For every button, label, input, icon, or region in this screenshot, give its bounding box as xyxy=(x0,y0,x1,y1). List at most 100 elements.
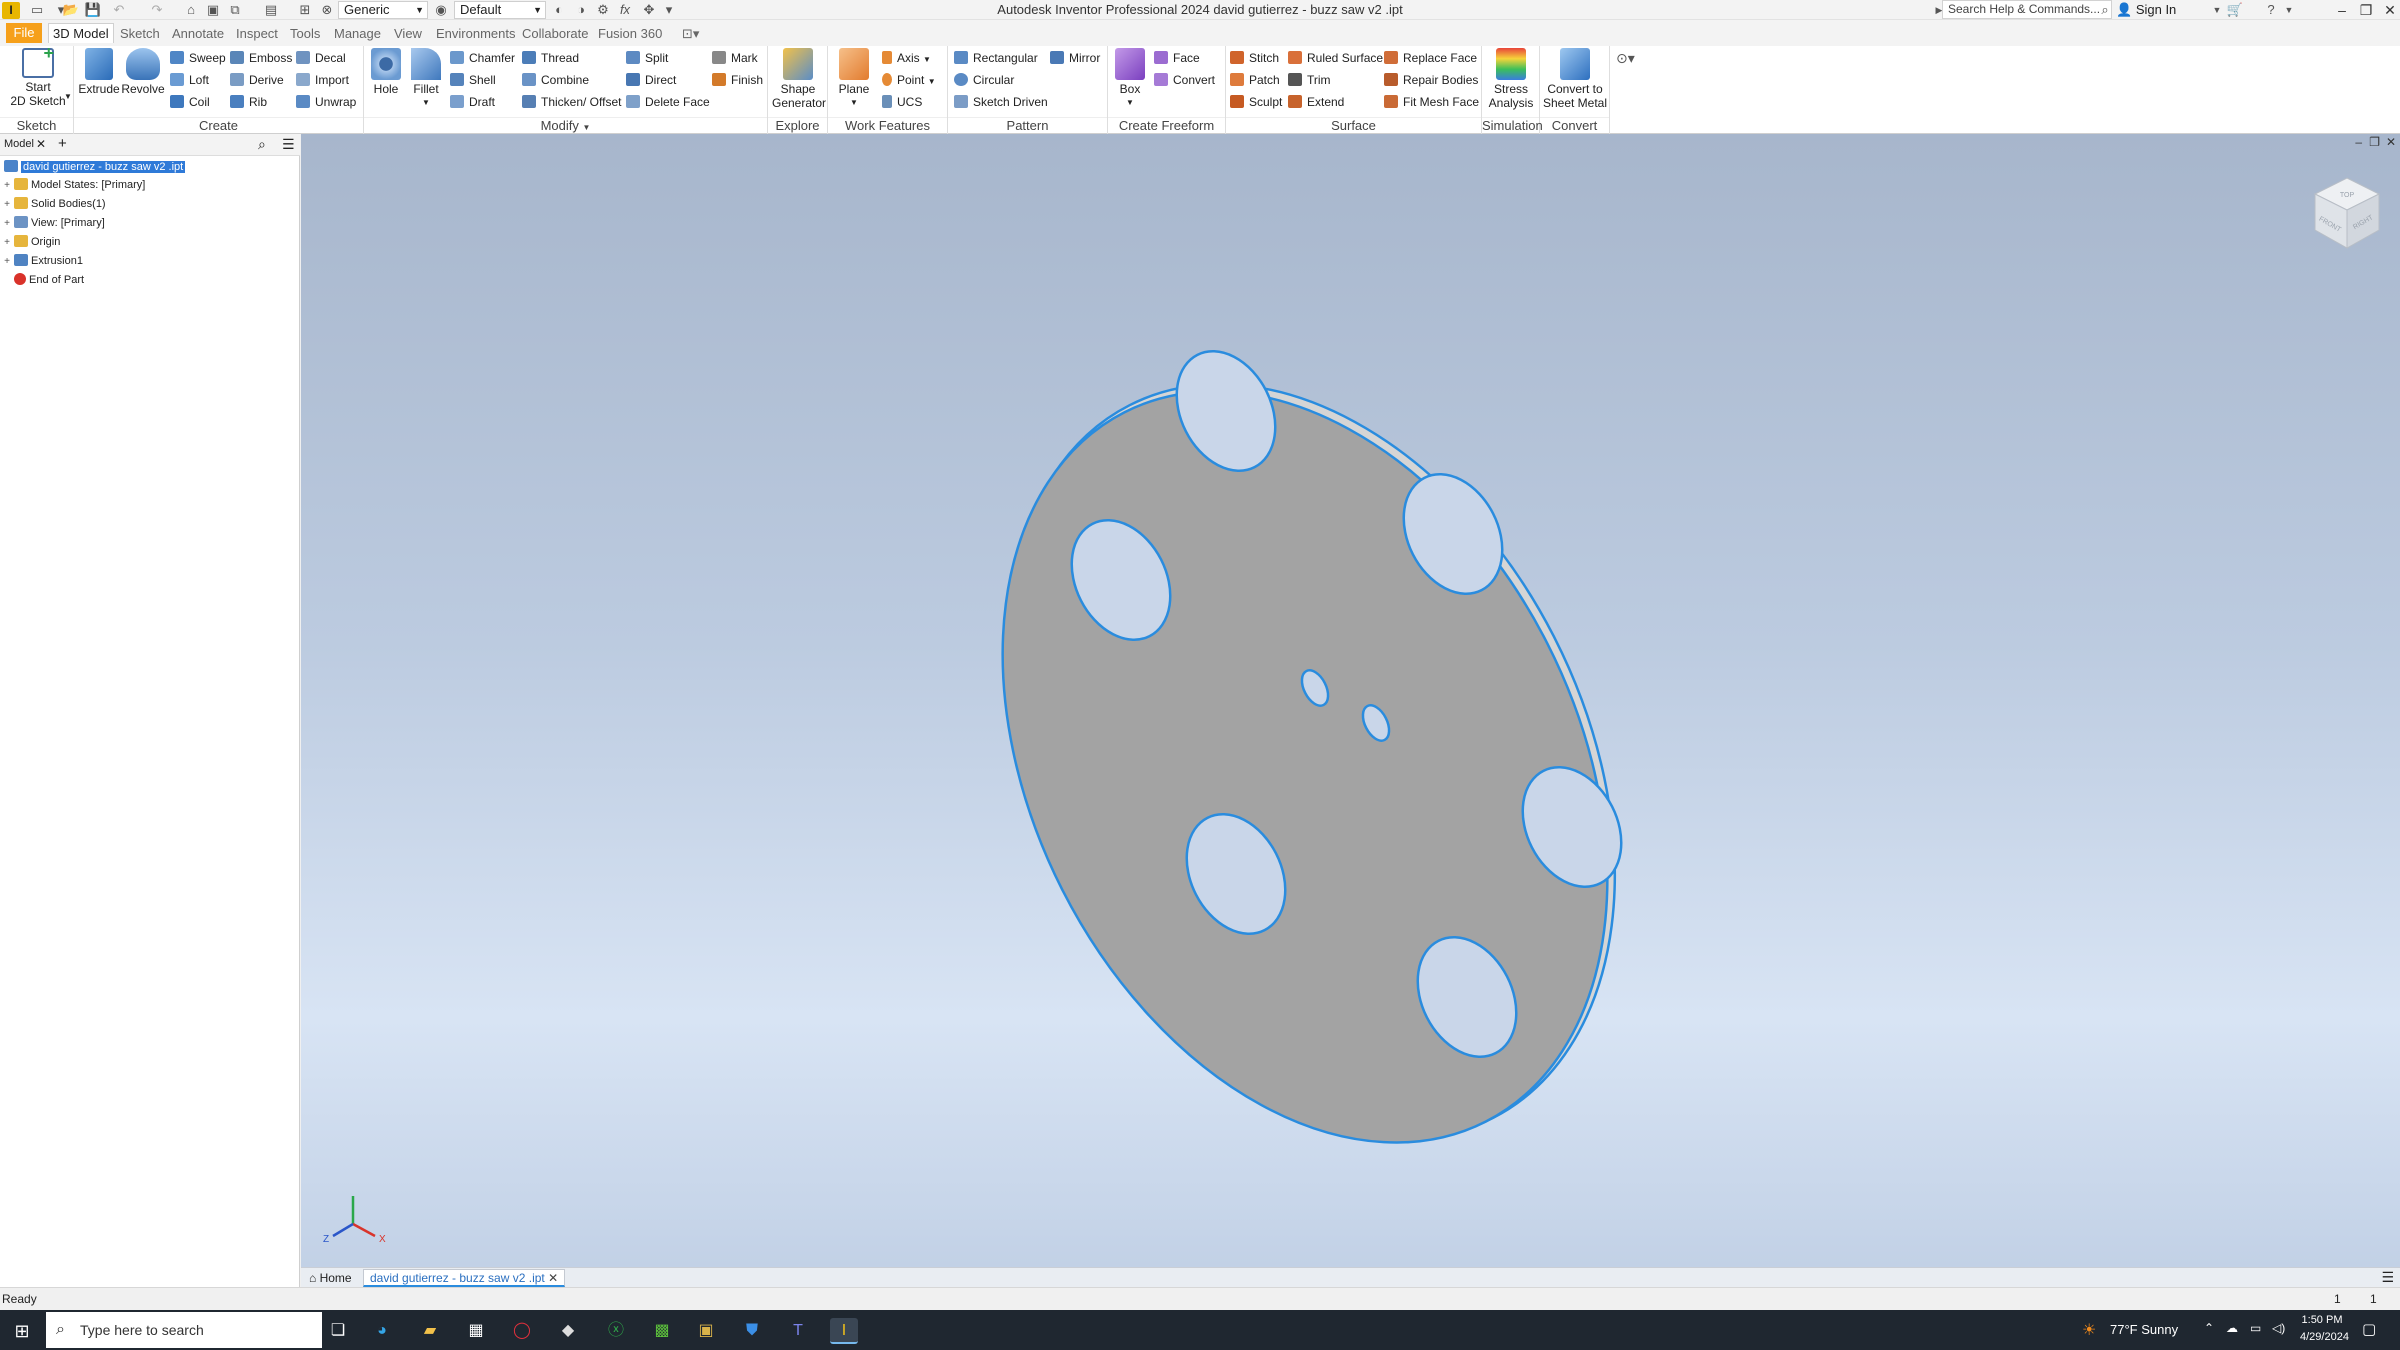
mark-button[interactable]: Mark xyxy=(712,48,758,68)
volume-icon[interactable]: ◁) xyxy=(2272,1321,2285,1335)
tree-item-model-states[interactable]: + Model States: [Primary] xyxy=(2,176,145,194)
repair-bodies-button[interactable]: Repair Bodies xyxy=(1384,70,1478,90)
extrude-button[interactable]: Extrude xyxy=(78,48,120,96)
inventor-taskbar-icon[interactable]: I xyxy=(830,1318,858,1344)
finish-button[interactable]: Finish xyxy=(712,70,763,90)
chevron-down-icon[interactable]: ▼ xyxy=(64,92,72,101)
combine-button[interactable]: Combine xyxy=(522,70,589,90)
app-icon[interactable]: ◆ xyxy=(554,1318,582,1344)
import-button[interactable]: Import xyxy=(296,70,349,90)
qat-customize-icon[interactable]: ▾ xyxy=(660,2,678,18)
delete-face-button[interactable]: Delete Face xyxy=(626,92,710,112)
doc-tab-home[interactable]: ⌂ Home xyxy=(309,1271,352,1285)
redo-icon[interactable]: ↷ xyxy=(148,2,166,18)
close-icon[interactable]: ✕ xyxy=(2378,0,2400,20)
point-button[interactable]: Point ▼ xyxy=(882,70,936,90)
store-icon[interactable]: ▦ xyxy=(462,1318,490,1344)
convert-to-sheet-metal-button[interactable]: Convert to Sheet Metal xyxy=(1542,48,1608,110)
chevron-down-icon[interactable]: ▼ xyxy=(2280,2,2298,18)
sign-in-button[interactable]: 👤 Sign In xyxy=(2116,2,2176,18)
terminal-icon[interactable]: ▣ xyxy=(692,1318,720,1344)
weather-text[interactable]: 77°F Sunny xyxy=(2110,1322,2178,1337)
box-button[interactable]: Box ▼ xyxy=(1110,48,1150,110)
expand-icon[interactable]: + xyxy=(2,234,12,252)
expand-icon[interactable]: + xyxy=(2,253,12,271)
tab-view[interactable]: View xyxy=(390,24,426,44)
derive-button[interactable]: Derive xyxy=(230,70,284,90)
defender-icon[interactable]: ⛊ xyxy=(738,1318,766,1344)
tree-item-origin[interactable]: + Origin xyxy=(2,233,60,251)
opera-icon[interactable]: ◯ xyxy=(508,1318,536,1344)
ucs-button[interactable]: UCS xyxy=(882,92,922,112)
material-dropdown[interactable]: Generic ▼ xyxy=(338,1,428,19)
clear-appearance-icon[interactable]: ◑ xyxy=(572,2,590,18)
sweep-button[interactable]: Sweep xyxy=(170,48,226,68)
panel-label-modify[interactable]: Modify ▼ xyxy=(364,117,767,133)
adjust-icon[interactable]: ◐ xyxy=(550,2,568,18)
chevron-down-icon[interactable]: ▼ xyxy=(2208,2,2226,18)
shell-button[interactable]: Shell xyxy=(450,70,496,90)
save-icon[interactable]: 💾 xyxy=(84,2,102,18)
task-view-icon[interactable]: ❏ xyxy=(324,1318,352,1344)
tab-3d-model[interactable]: 3D Model xyxy=(48,23,114,43)
expand-icon[interactable]: + xyxy=(2,177,12,195)
search-icon[interactable]: ⌕ xyxy=(2096,2,2114,18)
update-icon[interactable]: ⧉ xyxy=(226,2,244,18)
ruled-surface-button[interactable]: Ruled Surface xyxy=(1288,48,1383,68)
mirror-button[interactable]: Mirror xyxy=(1050,48,1100,68)
tree-item-extrusion1[interactable]: + Extrusion1 xyxy=(2,252,83,270)
tray-overflow-icon[interactable]: ⌃ xyxy=(2204,1321,2214,1335)
search-icon[interactable]: ⌕ xyxy=(258,136,266,153)
help-icon[interactable]: ? xyxy=(2262,2,2280,18)
projects-icon[interactable]: ▣ xyxy=(204,2,222,18)
tab-file[interactable]: File xyxy=(6,23,42,43)
inventor-logo-icon[interactable]: I xyxy=(2,2,20,19)
hole-button[interactable]: Hole xyxy=(366,48,406,96)
undo-icon[interactable]: ↶ xyxy=(110,2,128,18)
restore-icon[interactable]: ❐ xyxy=(2354,0,2378,20)
tab-fusion-360[interactable]: Fusion 360 xyxy=(594,24,666,44)
minecraft-icon[interactable]: ▩ xyxy=(648,1318,676,1344)
rectangular-pattern-button[interactable]: Rectangular xyxy=(954,48,1038,68)
tree-item-view[interactable]: + View: [Primary] xyxy=(2,214,105,232)
new-file-icon[interactable]: ▭ xyxy=(28,2,46,18)
file-explorer-icon[interactable]: ▰ xyxy=(416,1318,444,1344)
home-icon[interactable]: ⌂ xyxy=(182,2,200,18)
tab-collaborate[interactable]: Collaborate xyxy=(518,24,593,44)
windows-start-icon[interactable]: ⊞ xyxy=(8,1318,36,1344)
stitch-button[interactable]: Stitch xyxy=(1230,48,1279,68)
draft-button[interactable]: Draft xyxy=(450,92,495,112)
onedrive-icon[interactable]: ☁ xyxy=(2226,1321,2238,1335)
fit-mesh-face-button[interactable]: Fit Mesh Face xyxy=(1384,92,1479,112)
material-icon[interactable]: ⊞ xyxy=(296,2,314,18)
taskbar-search-input[interactable]: ⌕ Type here to search xyxy=(46,1312,322,1348)
tree-item-solid-bodies[interactable]: + Solid Bodies(1) xyxy=(2,195,106,213)
stress-analysis-button[interactable]: Stress Analysis xyxy=(1484,48,1538,110)
start-sketch-button[interactable]: + Start 2D Sketch xyxy=(8,44,68,108)
trim-button[interactable]: Trim xyxy=(1288,70,1331,90)
select-icon[interactable]: ▤ xyxy=(262,2,280,18)
open-folder-icon[interactable]: 📂 xyxy=(62,2,80,18)
close-icon[interactable]: ✕ xyxy=(36,137,46,151)
teams-icon[interactable]: T xyxy=(784,1318,812,1344)
patch-button[interactable]: Patch xyxy=(1230,70,1280,90)
network-icon[interactable]: ▭ xyxy=(2250,1321,2261,1335)
unwrap-button[interactable]: Unwrap xyxy=(296,92,356,112)
notifications-icon[interactable]: ▢ xyxy=(2362,1320,2376,1338)
measure-icon[interactable]: ✥ xyxy=(640,2,658,18)
circular-pattern-button[interactable]: Circular xyxy=(954,70,1014,90)
tab-manage[interactable]: Manage xyxy=(330,24,385,44)
split-button[interactable]: Split xyxy=(626,48,668,68)
minimize-icon[interactable]: – xyxy=(2330,0,2354,20)
xbox-icon[interactable]: ⓧ xyxy=(602,1318,630,1344)
tab-tools[interactable]: Tools xyxy=(286,24,324,44)
decal-button[interactable]: Decal xyxy=(296,48,346,68)
extend-button[interactable]: Extend xyxy=(1288,92,1344,112)
close-icon[interactable]: ✕ xyxy=(548,1271,558,1285)
appearance-dropdown[interactable]: Default ▼ xyxy=(454,1,546,19)
freeform-face-button[interactable]: Face xyxy=(1154,48,1200,68)
taskbar-clock[interactable]: 1:50 PM 4/29/2024 xyxy=(2300,1312,2349,1346)
fillet-button[interactable]: Fillet ▼ xyxy=(406,48,446,110)
direct-button[interactable]: Direct xyxy=(626,70,676,90)
help-search-input[interactable]: Search Help & Commands... xyxy=(1942,0,2112,19)
